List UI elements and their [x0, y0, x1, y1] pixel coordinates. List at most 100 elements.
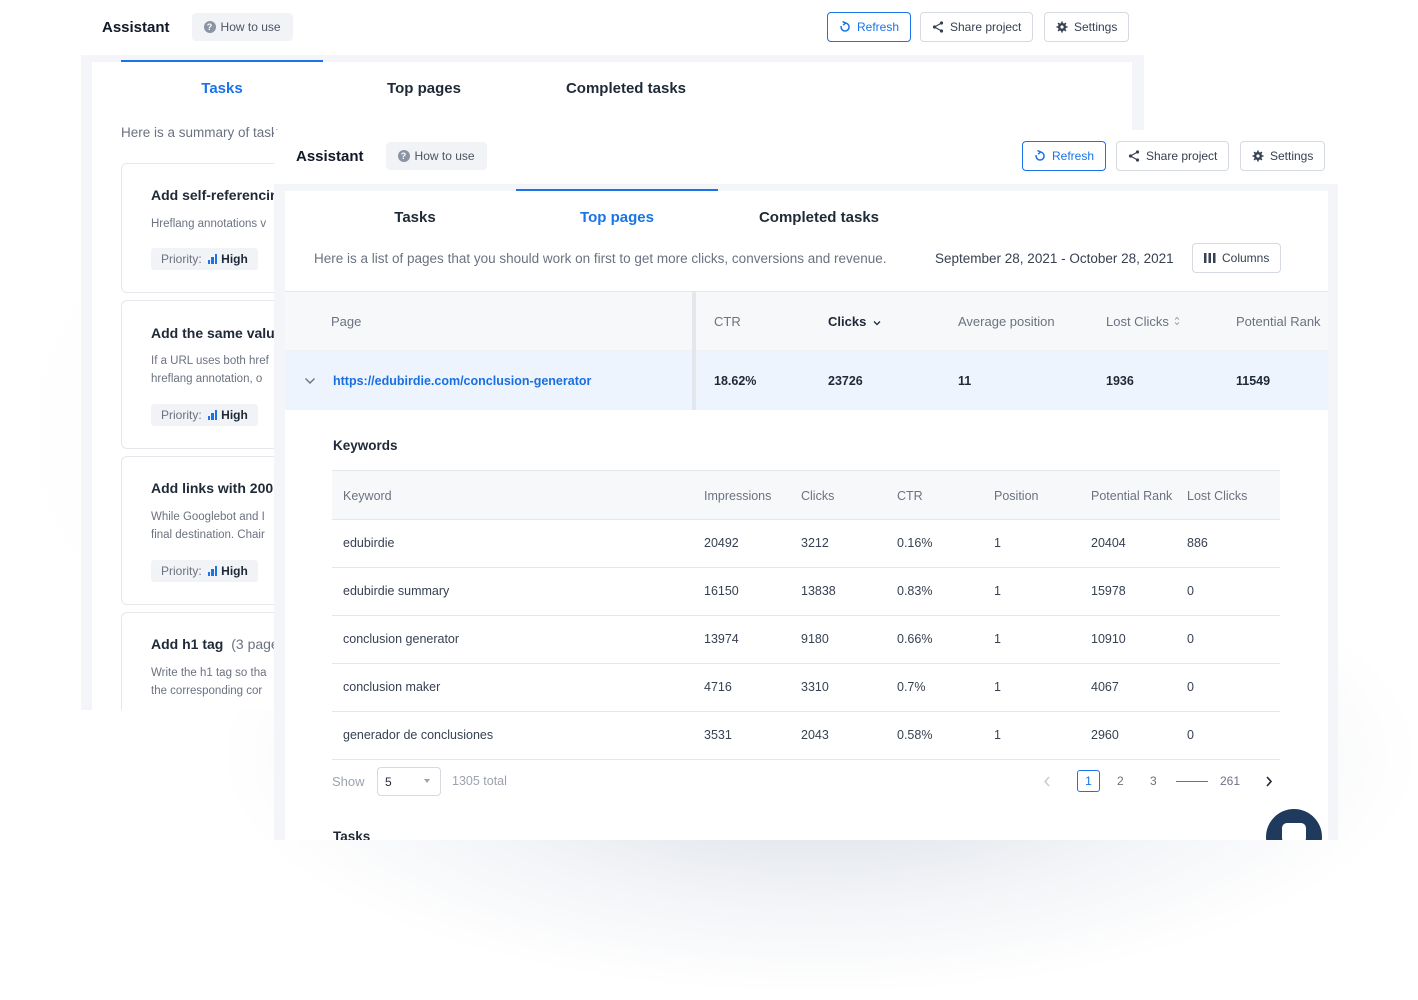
keywords-title: Keywords — [333, 438, 398, 453]
chat-button[interactable] — [1266, 809, 1322, 840]
kw-cell-impressions: 16150 — [704, 584, 739, 598]
task-title: Add h1 tag (3 page — [151, 636, 279, 652]
front-description-text: Here is a list of pages that you should … — [314, 251, 887, 266]
front-share-button[interactable]: Share project — [1116, 141, 1230, 171]
kw-col-clicks[interactable]: Clicks — [801, 489, 834, 503]
task-description: If a URL uses both href — [151, 355, 269, 367]
refresh-icon — [840, 21, 850, 32]
cell-avg-position: 11 — [958, 374, 972, 388]
page-size-select[interactable]: 5 — [377, 767, 441, 796]
kw-cell-ctr: 0.58% — [897, 728, 933, 742]
front-active-tab-indicator — [516, 189, 718, 191]
page-button[interactable]: 3 — [1150, 774, 1157, 788]
help-icon: ? — [203, 21, 216, 33]
page-button[interactable]: 261 — [1220, 774, 1240, 788]
front-settings-button[interactable]: Settings — [1240, 141, 1326, 171]
back-app-title: Assistant — [102, 18, 170, 36]
task-description: the corresponding cor — [151, 685, 263, 697]
columns-label: Columns — [1222, 251, 1270, 265]
kw-cell-impressions: 13974 — [704, 632, 739, 646]
expand-row-chevron-icon[interactable] — [304, 377, 316, 385]
priority-bars-icon — [207, 410, 218, 420]
kw-cell-clicks: 3212 — [801, 536, 829, 550]
front-header: Assistant ? How to use — [296, 142, 487, 170]
priority-badge: Priority: High — [151, 248, 258, 270]
date-range[interactable]: September 28, 2021 - October 28, 2021 — [935, 251, 1174, 266]
col-header-page[interactable]: Page — [331, 314, 361, 329]
refresh-icon — [1035, 150, 1045, 161]
front-refresh-button[interactable]: Refresh — [1022, 141, 1107, 171]
prev-page-icon[interactable] — [1043, 776, 1051, 787]
share-icon — [1128, 150, 1140, 162]
how-to-use-label: How to use — [414, 149, 475, 163]
front-tab-completed[interactable]: Completed tasks — [718, 209, 920, 226]
keyword-row[interactable]: generador de conclusiones 3531 2043 0.58… — [332, 712, 1280, 760]
kw-cell-lost-clicks: 0 — [1187, 584, 1194, 598]
kw-cell-potential-rank: 15978 — [1091, 584, 1126, 598]
keyword-row[interactable]: edubirdie summary 16150 13838 0.83% 1 15… — [332, 568, 1280, 616]
task-description: final destination. Chair — [151, 529, 265, 541]
back-tab-top-pages[interactable]: Top pages — [323, 80, 525, 97]
kw-col-keyword[interactable]: Keyword — [343, 489, 392, 503]
kw-cell-keyword: generador de conclusiones — [343, 728, 494, 742]
kw-cell-clicks: 2043 — [801, 728, 829, 742]
frozen-column-separator — [692, 291, 696, 410]
back-tab-tasks[interactable]: Tasks — [121, 80, 323, 97]
kw-col-lost-clicks[interactable]: Lost Clicks — [1187, 489, 1247, 503]
page-size-value: 5 — [385, 774, 392, 789]
priority-value: High — [221, 408, 248, 422]
tasks-heading-clip: Tasks — [285, 828, 1328, 840]
keyword-row[interactable]: edubirdie 20492 3212 0.16% 1 20404 886 — [332, 520, 1280, 568]
col-header-ctr[interactable]: CTR — [714, 314, 741, 329]
front-tab-tasks[interactable]: Tasks — [314, 209, 516, 226]
priority-label: Priority: — [161, 564, 202, 578]
task-title-text: Add h1 tag — [151, 636, 224, 652]
tasks-heading: Tasks — [333, 829, 371, 840]
back-share-button[interactable]: Share project — [920, 12, 1034, 42]
columns-icon — [1204, 253, 1216, 263]
priority-label: Priority: — [161, 252, 202, 266]
help-icon: ? — [397, 150, 410, 162]
chat-icon — [1282, 823, 1306, 840]
priority-value: High — [221, 252, 248, 266]
front-tab-top-pages[interactable]: Top pages — [516, 209, 718, 226]
kw-cell-potential-rank: 2960 — [1091, 728, 1119, 742]
back-tab-completed[interactable]: Completed tasks — [525, 80, 727, 97]
kw-col-ctr[interactable]: CTR — [897, 489, 923, 503]
kw-cell-impressions: 20492 — [704, 536, 739, 550]
kw-cell-position: 1 — [994, 680, 1001, 694]
back-settings-button[interactable]: Settings — [1044, 12, 1130, 42]
kw-col-impressions[interactable]: Impressions — [704, 489, 771, 503]
task-description: hreflang annotation, o — [151, 373, 263, 385]
kw-cell-lost-clicks: 0 — [1187, 680, 1194, 694]
kw-cell-clicks: 9180 — [801, 632, 829, 646]
next-page-icon[interactable] — [1265, 776, 1273, 787]
front-app-title: Assistant — [296, 147, 364, 165]
keyword-row[interactable]: conclusion generator 13974 9180 0.66% 1 … — [332, 616, 1280, 664]
front-how-to-use-button[interactable]: ? How to use — [385, 142, 487, 170]
kw-cell-keyword: edubirdie summary — [343, 584, 450, 598]
back-refresh-button[interactable]: Refresh — [827, 12, 912, 42]
keywords-table-header: Keyword Impressions Clicks CTR Position … — [332, 470, 1280, 520]
kw-col-position[interactable]: Position — [994, 489, 1038, 503]
back-how-to-use-button[interactable]: ? How to use — [191, 13, 293, 41]
col-header-lost-clicks[interactable]: Lost Clicks — [1106, 314, 1180, 329]
columns-button[interactable]: Columns — [1192, 243, 1282, 273]
back-header: Assistant ? How to use — [102, 13, 293, 41]
kw-cell-potential-rank: 10910 — [1091, 632, 1126, 646]
page-button[interactable]: 2 — [1117, 774, 1124, 788]
col-header-avg-position[interactable]: Average position — [958, 314, 1055, 329]
col-header-clicks[interactable]: Clicks — [828, 314, 881, 329]
kw-cell-position: 1 — [994, 584, 1001, 598]
kw-cell-ctr: 0.16% — [897, 536, 933, 550]
kw-col-potential-rank[interactable]: Potential Rank — [1091, 489, 1172, 503]
col-header-potential-rank[interactable]: Potential Rank — [1236, 314, 1321, 329]
page-button-active[interactable]: 1 — [1077, 770, 1100, 792]
chat-fab-clip — [1260, 800, 1330, 840]
share-icon — [932, 21, 944, 33]
cell-lost-clicks: 1936 — [1106, 374, 1134, 388]
keyword-row[interactable]: conclusion maker 4716 3310 0.7% 1 4067 0 — [332, 664, 1280, 712]
priority-value: High — [221, 564, 248, 578]
kw-cell-keyword: conclusion generator — [343, 632, 460, 646]
page-url-link[interactable]: https://edubirdie.com/conclusion-generat… — [333, 374, 591, 388]
